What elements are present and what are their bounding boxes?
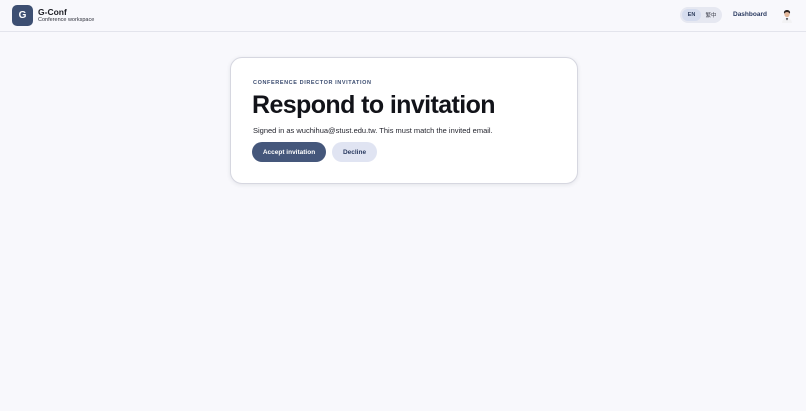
language-option-zh[interactable]: 繁中	[702, 9, 720, 21]
user-avatar-icon[interactable]	[781, 9, 793, 23]
dashboard-link[interactable]: Dashboard	[733, 11, 767, 19]
language-switcher: EN 繁中	[680, 7, 722, 23]
app-logo[interactable]: G	[12, 5, 33, 26]
accept-invitation-button[interactable]: Accept invitation	[252, 142, 326, 162]
language-option-en[interactable]: EN	[682, 9, 701, 21]
brand-subtitle: Conference workspace	[38, 17, 95, 23]
brand-name: G-Conf	[38, 7, 67, 17]
decline-button[interactable]: Decline	[332, 142, 377, 162]
logo-letter: G	[18, 10, 27, 21]
page-title: Respond to invitation	[252, 91, 496, 119]
signed-in-notice: Signed in as wuchihua@stust.edu.tw. This…	[253, 126, 493, 135]
invitation-card: CONFERENCE DIRECTOR INVITATION Respond t…	[230, 57, 578, 184]
invitation-eyebrow: CONFERENCE DIRECTOR INVITATION	[253, 80, 372, 86]
top-bar: G G-Conf Conference workspace EN 繁中 Dash…	[0, 0, 806, 32]
